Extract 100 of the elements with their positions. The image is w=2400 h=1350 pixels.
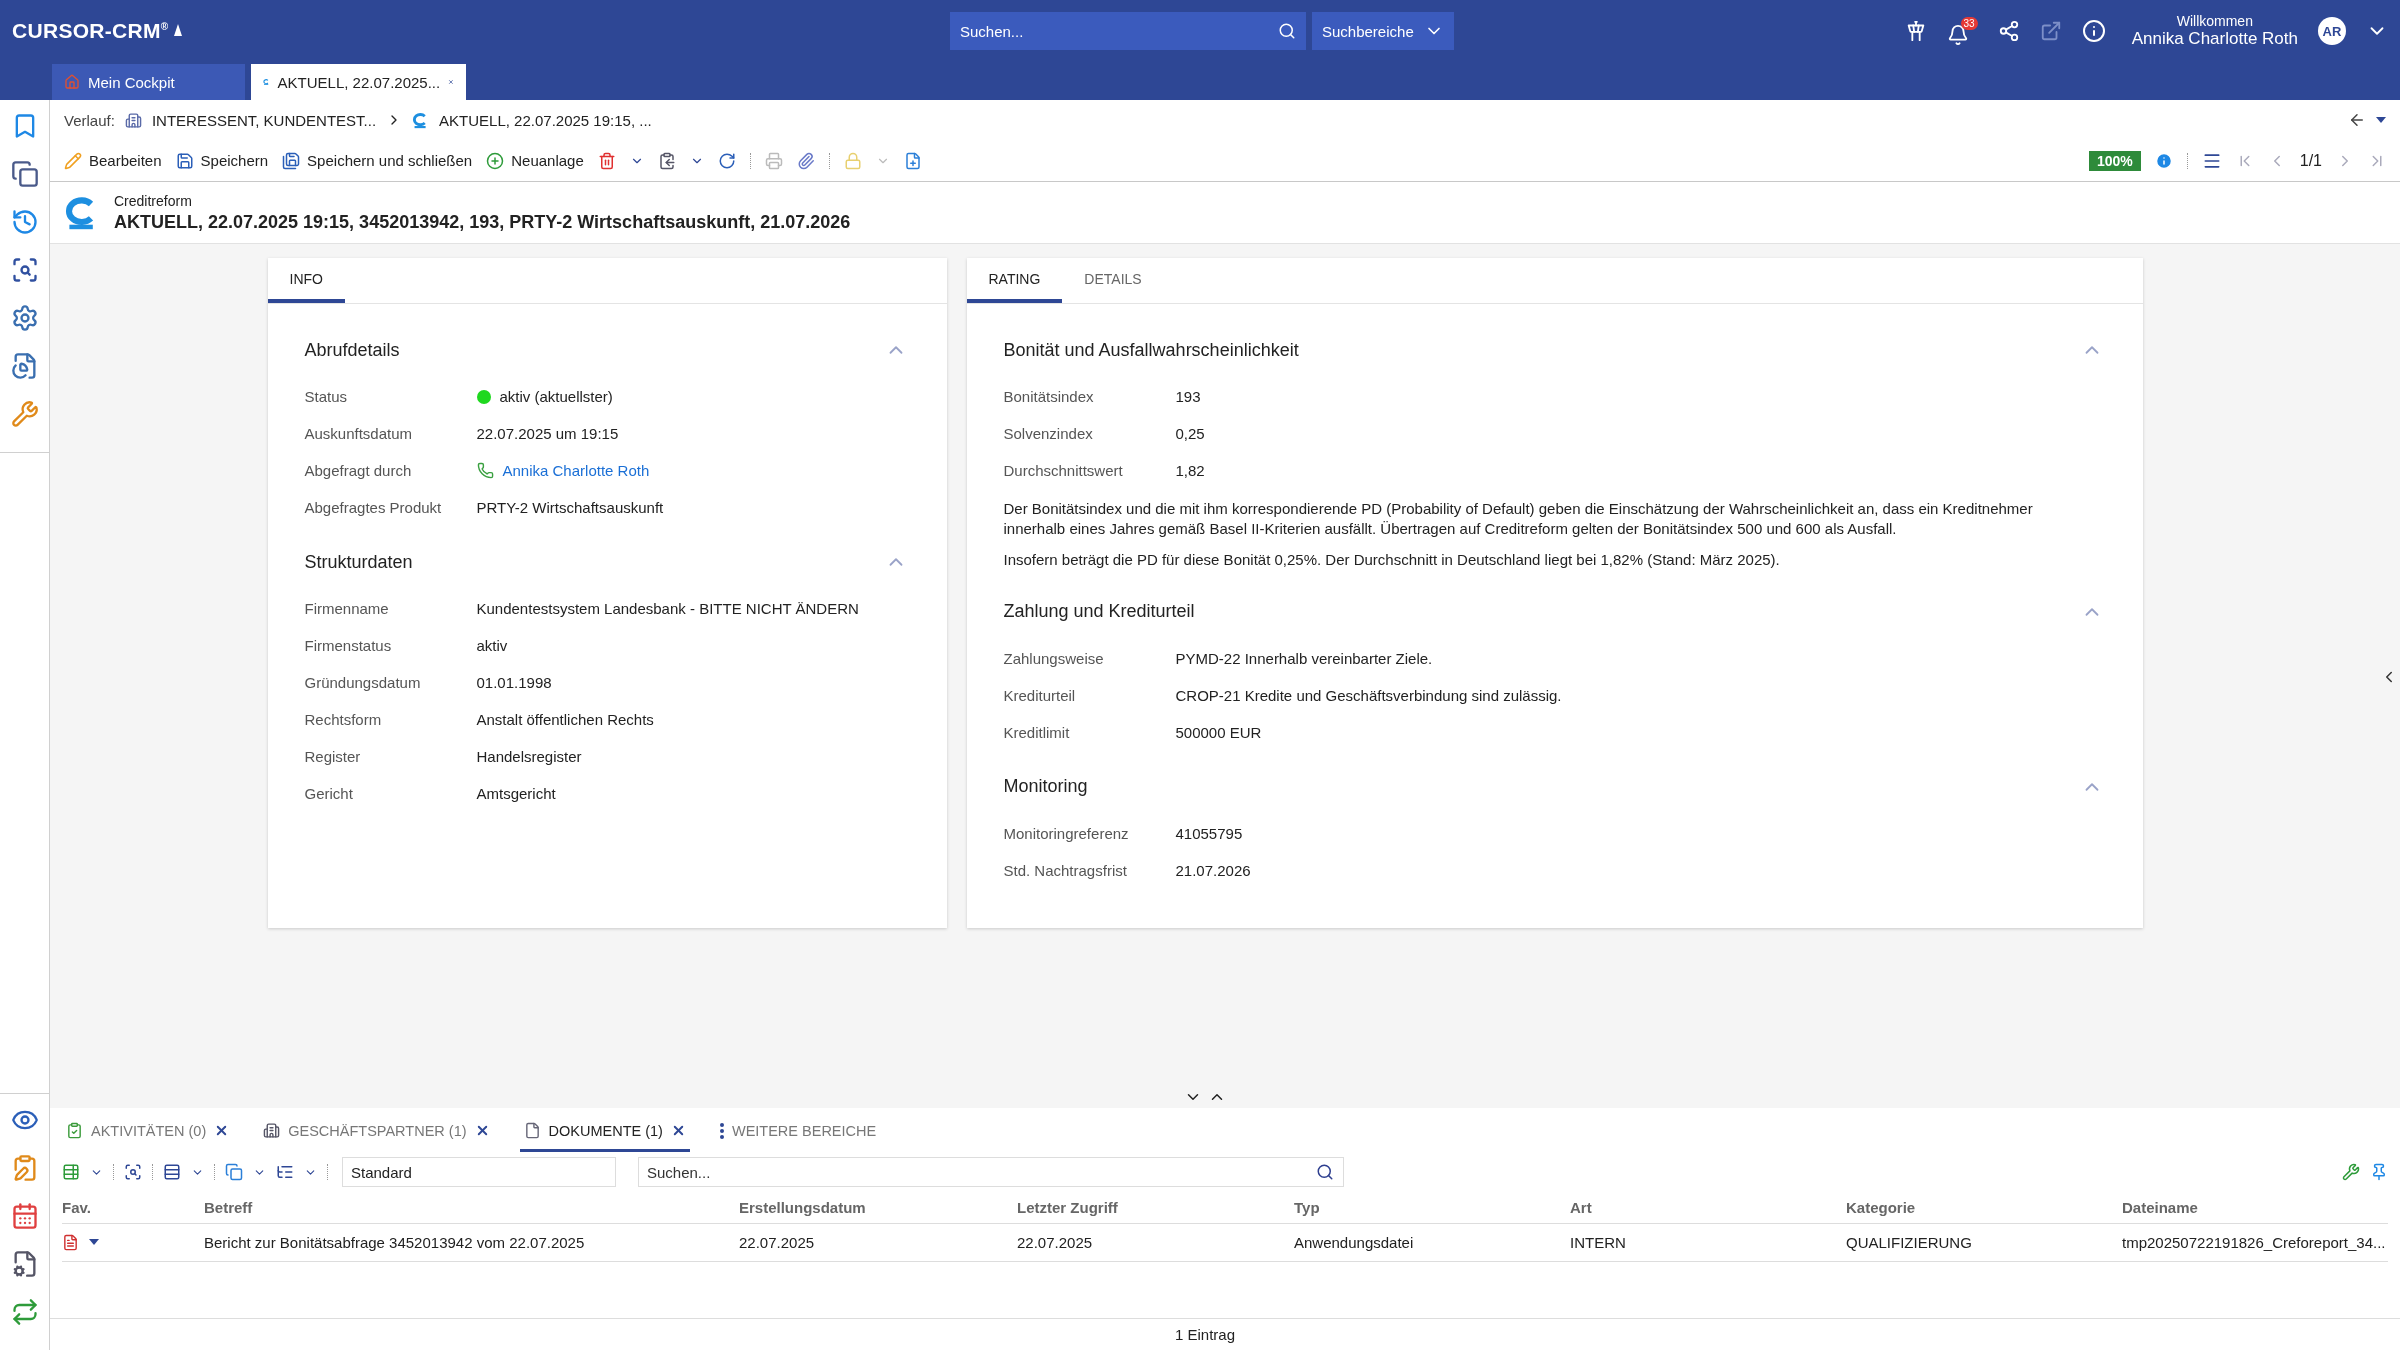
section-title: Zahlung und Krediturteil [1003,601,1195,623]
phone-icon [476,462,494,479]
save-close-icon [282,151,301,170]
column-header[interactable]: Kategorie [1832,1192,2108,1224]
panel-tab[interactable]: INFO [267,258,345,303]
field-value: CROP-21 Kredite und Geschäftsverbindung sind zulässig. [1175,686,1562,704]
field-value: 0,25 [1175,425,1205,442]
column-header[interactable]: Fav. [62,1192,190,1224]
search-areas-dropdown[interactable]: Suchbereiche [1312,12,1454,50]
history-icon[interactable] [10,208,39,236]
section-tab[interactable]: AKTIVITÄTEN (0) [62,1112,234,1152]
table-cell: Bericht zur Bonitätsabfrage 3452013942 vom 22.07.2025 [190,1224,725,1262]
file-plus-icon[interactable] [903,151,922,170]
main-tab[interactable]: AKTUELL, 22.07.2025... [251,64,466,100]
field-label: Register [304,748,362,765]
user-link[interactable]: Annika Charlotte Roth [502,462,650,479]
toolbar-button[interactable]: Speichern [175,151,269,170]
column-header[interactable]: Betreff [190,1192,725,1224]
field-value: 21.07.2026 [1175,861,1251,879]
search-list-icon[interactable] [10,256,39,284]
table-cell: QUALIFIZIERUNG [1832,1224,2108,1262]
field-label: Bonitätsindex [1003,388,1095,405]
copy-icon[interactable] [657,151,676,170]
section-tab[interactable]: GESCHÄFTSPARTNER (1) [259,1112,494,1152]
home-icon [64,74,80,90]
table-cell: 22.07.2025 [1003,1224,1280,1262]
record-title: AKTUELL, 22.07.2025 19:15, 3452013942, 193, PRTY-2 Wirtschaftsauskunft, 21.07.2026 [114,211,851,233]
tree-list-icon[interactable] [276,1163,294,1181]
column-header[interactable]: Erstellungsdatum [725,1192,1003,1224]
notification-bell[interactable]: 33 [1946,16,1978,46]
panel-tab[interactable]: DETAILS [1062,258,1164,303]
list-icon[interactable] [163,1163,181,1181]
view-field[interactable]: Standard [342,1157,616,1187]
rating-note: Insofern beträgt die PD für diese Bonität 0,25%. Der Durchschnitt in Deutschland liegt bei 1,82% (Stand: März 2025). [1003,549,1781,570]
main-tab[interactable]: Mein Cockpit [52,64,245,100]
field-value: 01.01.1998 [476,674,552,691]
settings-icon[interactable] [10,304,39,332]
field-label: Std. Nachtragsfrist [1003,861,1128,879]
report-icon[interactable] [10,352,39,380]
calendar-icon[interactable] [10,1202,39,1230]
field-value: Kundentestsystem Landesbank - BITTE NICHT ÄNDERN [476,600,859,617]
field-value: Anstalt öffentlichen Rechts [476,711,654,728]
caret-icon[interactable] [2376,116,2386,124]
pager: 1/1 [2299,151,2322,170]
toolbar-button[interactable]: Neuanlage [486,151,584,170]
table-cell: Anwendungsdatei [1280,1224,1556,1262]
field-label: Krediturteil [1003,686,1077,704]
refresh-icon[interactable] [717,151,736,170]
user-avatar[interactable]: AR [2318,17,2346,45]
field-value: 22.07.2025 um 19:15 [476,425,619,442]
share-icon[interactable] [1997,20,2020,42]
field-label: Abgefragt durch [304,462,413,479]
search-icon[interactable] [1316,1163,1334,1181]
table-cell: tmp20250722191826_Creforeport_34... [2108,1224,2388,1262]
column-header[interactable]: Typ [1280,1192,1556,1224]
external-link-icon[interactable] [2039,20,2062,42]
field-value: aktiv (aktuellster) [499,388,613,405]
app-logo: CURSOR-CRM$^{®}$ [12,19,169,43]
table-search-field[interactable]: Suchen... [638,1157,1344,1187]
section-title: Bonität und Ausfallwahrscheinlichkeit [1003,339,1299,361]
search-list-icon[interactable] [124,1163,142,1181]
column-header[interactable]: Letzter Zugriff [1003,1192,1280,1224]
table-cell: INTERN [1556,1224,1832,1262]
field-label: Auskunftsdatum [304,425,414,442]
table-settings-icon[interactable] [2342,1163,2360,1181]
section-tab[interactable]: DOKUMENTE (1) [519,1112,690,1152]
building-icon [124,111,142,129]
sync-icon[interactable] [10,1298,39,1326]
field-label: Durchschnittswert [1003,462,1124,479]
breadcrumb-link[interactable]: AKTUELL, 22.07.2025 19:15, ... [439,111,652,129]
toolbar-button[interactable]: Speichern und schließen [282,151,473,170]
panel-tab[interactable]: RATING [966,258,1063,303]
paperclip-icon[interactable] [796,151,815,170]
field-label: Abgefragtes Produkt [304,499,443,516]
add-table-icon[interactable] [62,1163,80,1181]
breadcrumb-link[interactable]: INTERESSENT, KUNDENTEST... [151,111,377,129]
pin-icon[interactable] [2370,1163,2388,1181]
field-value: 193 [1175,388,1201,405]
info-icon[interactable] [2154,151,2173,170]
section-title: Strukturdaten [304,551,413,573]
caret-icon[interactable] [89,1239,99,1246]
entry-count: 1 Eintrag [1174,1326,1235,1343]
search-icon[interactable] [1278,22,1296,40]
column-header[interactable]: Dateiname [2108,1192,2388,1224]
tools-icon[interactable] [10,400,39,428]
toolbar-button[interactable]: Bearbeiten [64,151,162,170]
field-label: Gründungsdatum [304,674,422,691]
search-field[interactable]: Suchen... [950,12,1306,50]
delete-icon[interactable] [597,151,616,170]
pencil-icon [64,151,82,170]
field-value: aktiv [476,637,508,654]
windows-icon[interactable] [10,160,39,188]
more-sections-tab[interactable]: WEITERE BEREICHE [715,1112,881,1152]
user-name: Annika Charlotte Roth [2131,29,2298,49]
field-value: 500000 EUR [1175,723,1262,741]
field-label: Gericht [304,785,354,802]
column-header[interactable]: Art [1556,1192,1832,1224]
document-icon [523,1122,541,1139]
back-icon[interactable] [2348,111,2366,129]
field-value: Handelsregister [476,748,582,765]
